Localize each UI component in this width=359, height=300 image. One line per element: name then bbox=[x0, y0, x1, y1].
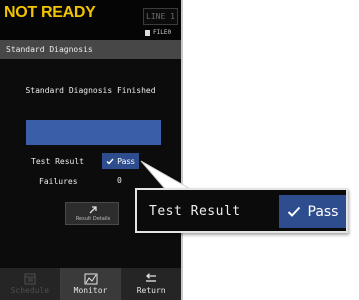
status-title: NOT READY bbox=[4, 4, 96, 21]
test-result-label: Test Result bbox=[31, 157, 84, 166]
schedule-button[interactable]: Schedule bbox=[0, 268, 61, 300]
return-button[interactable]: Return bbox=[121, 268, 182, 300]
result-details-button[interactable]: Result Details bbox=[65, 202, 119, 225]
callout-value: Pass bbox=[307, 203, 339, 220]
file-icon bbox=[145, 29, 150, 36]
top-status-bar: NOT READY LINE 1 FILE0 bbox=[0, 0, 181, 40]
return-icon bbox=[146, 273, 157, 282]
monitor-icon bbox=[84, 273, 97, 285]
schedule-label: Schedule bbox=[10, 286, 50, 295]
device-screen: NOT READY LINE 1 FILE0 Standard Diagnosi… bbox=[0, 0, 183, 300]
section-title: Standard Diagnosis bbox=[0, 40, 181, 59]
file-indicator: FILE0 bbox=[145, 29, 171, 36]
bottom-nav: Schedule Monitor Return bbox=[0, 268, 182, 300]
test-result-badge: Pass bbox=[102, 153, 139, 169]
test-result-value: Pass bbox=[117, 156, 135, 166]
monitor-label: Monitor bbox=[73, 286, 108, 295]
diagnosis-message: Standard Diagnosis Finished bbox=[25, 86, 156, 95]
result-details-label: Result Details bbox=[75, 216, 111, 222]
check-icon bbox=[287, 206, 300, 217]
failures-value: 0 bbox=[117, 176, 122, 185]
progress-bar-fill bbox=[26, 120, 161, 145]
check-icon bbox=[106, 158, 114, 165]
callout-pass-badge: Pass bbox=[279, 195, 346, 228]
monitor-button[interactable]: Monitor bbox=[60, 268, 122, 300]
file-indicator-label: FILE0 bbox=[153, 29, 172, 36]
progress-bar bbox=[26, 120, 161, 145]
return-label: Return bbox=[136, 286, 166, 295]
test-result-callout: Test Result Pass bbox=[135, 188, 348, 233]
line-badge: LINE 1 bbox=[143, 8, 178, 25]
schedule-icon bbox=[24, 273, 36, 285]
arrow-up-right-icon bbox=[89, 206, 97, 214]
callout-label: Test Result bbox=[149, 204, 241, 219]
failures-label: Failures bbox=[39, 177, 78, 186]
